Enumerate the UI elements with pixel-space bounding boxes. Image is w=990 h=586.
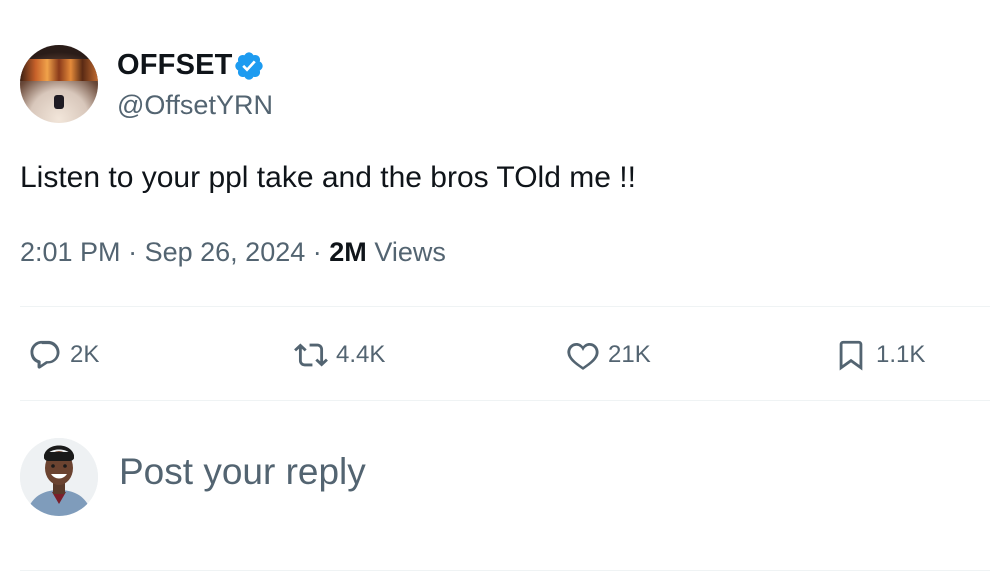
repost-icon (294, 343, 328, 367)
meta-separator: · (312, 237, 322, 267)
like-icon (567, 342, 599, 370)
avatar-artwork-band (20, 59, 98, 81)
author-name[interactable]: OFFSET (117, 49, 233, 82)
tweet-meta: 2:01 PM · Sep 26, 2024 · 2M Views (20, 237, 446, 268)
author-avatar[interactable] (20, 45, 98, 123)
bookmark-count: 1.1K (876, 341, 926, 368)
author-handle[interactable]: @OffsetYRN (117, 90, 273, 121)
repost-button[interactable]: 4.4K (294, 335, 385, 375)
divider (20, 570, 990, 571)
tweet-time[interactable]: 2:01 PM (20, 237, 121, 267)
views-count: 2M (329, 237, 367, 267)
bookmark-icon (839, 340, 863, 371)
reply-icon (30, 340, 60, 369)
divider (20, 400, 990, 401)
avatar-artwork-figure (54, 95, 64, 109)
reply-button[interactable]: 2K (28, 335, 99, 375)
meta-separator: · (128, 237, 138, 267)
like-button[interactable]: 21K (566, 335, 651, 375)
reply-count: 2K (70, 341, 100, 368)
like-count: 21K (608, 341, 651, 368)
reply-input[interactable]: Post your reply (119, 451, 366, 493)
views-label: Views (374, 237, 446, 267)
user-avatar[interactable] (20, 438, 98, 516)
verified-badge-icon (235, 52, 263, 80)
divider (20, 306, 990, 307)
tweet-text: Listen to your ppl take and the bros TOl… (20, 161, 636, 194)
tweet-date[interactable]: Sep 26, 2024 (145, 237, 306, 267)
repost-count: 4.4K (336, 341, 386, 368)
user-avatar-illustration (20, 438, 98, 516)
bookmark-button[interactable]: 1.1K (834, 335, 925, 375)
